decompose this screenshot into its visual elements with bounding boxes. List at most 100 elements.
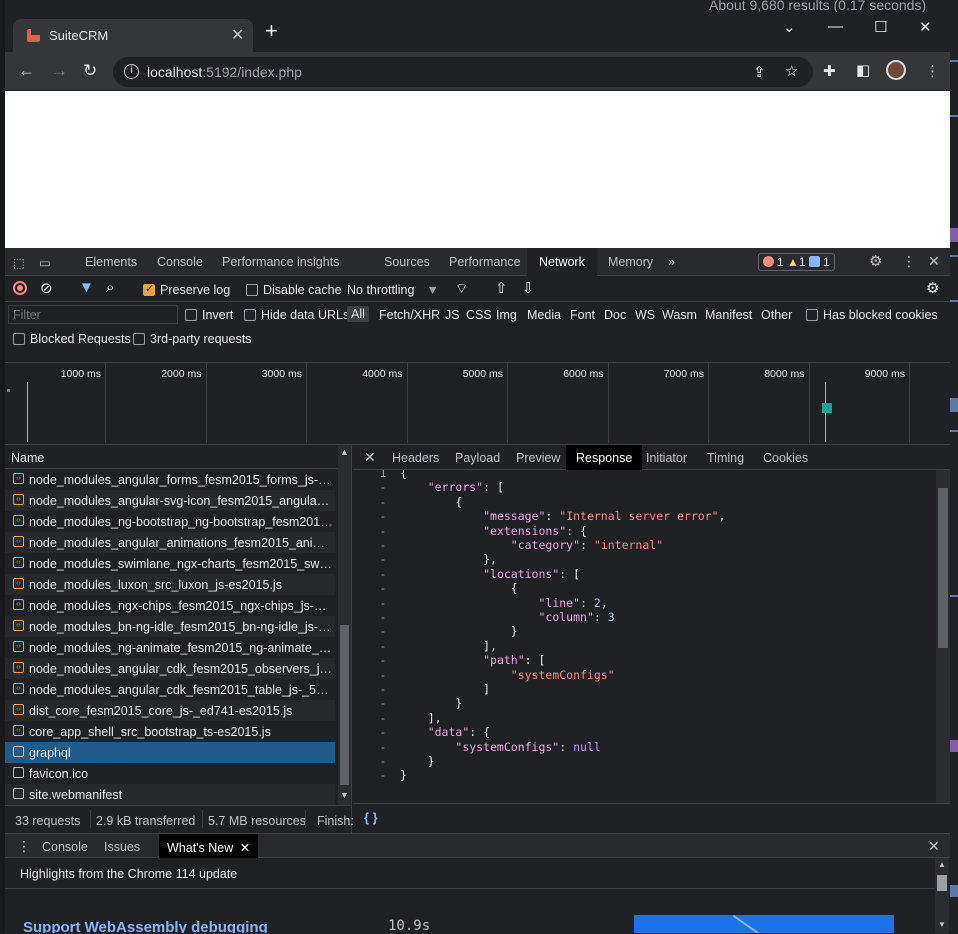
filter-type-css[interactable]: CSS <box>466 308 492 322</box>
filter-icon[interactable]: ▼ <box>79 279 94 296</box>
extensions-puzzle-icon[interactable]: ✚ <box>823 62 836 80</box>
disable-cache-checkbox[interactable]: Disable cache <box>246 283 342 297</box>
network-conditions-icon[interactable]: ⌔ <box>455 280 468 298</box>
tab-preview[interactable]: Preview <box>516 451 560 465</box>
tab-initiator[interactable]: Initiator <box>646 451 687 465</box>
drawer-tab-issues[interactable]: Issues <box>104 840 140 854</box>
name-column-header[interactable]: Name <box>5 445 338 469</box>
response-scrollbar[interactable] <box>936 470 950 803</box>
request-row[interactable]: ‹› node_modules_angular_forms_fesm2015_fo… <box>5 469 335 490</box>
url-text[interactable]: localhost:5192/index.php <box>147 64 302 80</box>
hide-data-urls-checkbox[interactable]: Hide data URLs <box>244 308 349 322</box>
filter-type-js[interactable]: JS <box>445 308 460 322</box>
import-har-icon[interactable]: ⇧ <box>495 279 508 297</box>
request-row[interactable]: ‹› node_modules_angular-svg-icon_fesm2015… <box>5 490 335 511</box>
tab-close-icon[interactable]: ✕ <box>231 25 244 45</box>
back-icon[interactable]: ← <box>18 61 35 81</box>
close-drawer-icon[interactable]: ✕ <box>928 838 940 855</box>
request-row[interactable]: ‹› node_modules_angular_cdk_fesm2015_obse… <box>5 658 335 679</box>
request-row[interactable]: favicon.ico <box>5 763 335 784</box>
new-tab-icon[interactable]: + <box>265 20 278 42</box>
request-row[interactable]: ‹› node_modules_bn-ng-idle_fesm2015_bn-ng… <box>5 616 335 637</box>
export-har-icon[interactable]: ⇩ <box>522 279 535 297</box>
more-tabs-icon[interactable]: » <box>668 255 675 269</box>
tab-performance[interactable]: Performance <box>449 255 521 269</box>
feature-title-link[interactable]: Support WebAssembly debugging <box>23 919 268 933</box>
filter-type-wasm[interactable]: Wasm <box>662 308 697 322</box>
tab-console[interactable]: Console <box>157 255 203 269</box>
bookmark-star-icon[interactable]: ☆ <box>785 62 798 80</box>
filter-type-manifest[interactable]: Manifest <box>705 308 752 322</box>
request-row[interactable]: ‹› node_modules_swimlane_ngx-charts_fesm2… <box>5 553 335 574</box>
filter-type-img[interactable]: Img <box>496 308 517 322</box>
request-row[interactable]: site.webmanifest <box>5 784 335 805</box>
side-panel-icon[interactable]: ◧ <box>856 61 870 79</box>
preserve-log-checkbox[interactable]: Preserve log <box>143 282 230 297</box>
close-devtools-icon[interactable]: ✕ <box>928 253 940 270</box>
clear-icon[interactable]: ⊘ <box>40 279 53 297</box>
drawer-tab-console[interactable]: Console <box>42 840 88 854</box>
request-row[interactable]: ‹› node_modules_ng-animate_fesm2015_ng-an… <box>5 637 335 658</box>
tab-memory[interactable]: Memory <box>608 255 653 269</box>
tab-sources[interactable]: Sources <box>384 255 430 269</box>
drawer-scrollbar[interactable]: ▲ ▼ <box>935 858 949 933</box>
reload-icon[interactable]: ↻ <box>83 61 97 81</box>
browser-menu-icon[interactable]: ⋮ <box>925 62 940 80</box>
drawer-menu-icon[interactable]: ⋮ <box>17 838 31 855</box>
maximize-icon[interactable]: ☐ <box>874 18 887 36</box>
request-row[interactable]: ‹› node_modules_ngx-chips_fesm2015_ngx-ch… <box>5 595 335 616</box>
tab-cookies[interactable]: Cookies <box>763 451 808 465</box>
search-icon[interactable]: ⌕ <box>106 279 114 296</box>
tab-search-icon[interactable]: ⌄ <box>783 18 796 36</box>
site-info-icon[interactable]: i <box>124 64 139 79</box>
filter-type-all[interactable]: All <box>347 306 369 322</box>
devtools-settings-icon[interactable]: ⚙ <box>869 252 882 270</box>
filter-type-doc[interactable]: Doc <box>604 308 626 322</box>
filter-type-media[interactable]: Media <box>527 308 561 322</box>
tab-payload[interactable]: Payload <box>455 451 500 465</box>
browser-tab[interactable]: SuiteCRM ✕ <box>13 19 253 52</box>
filter-input[interactable] <box>8 305 178 324</box>
forward-icon[interactable]: → <box>51 61 68 81</box>
address-bar[interactable]: i localhost:5192/index.php ⇪ ☆ <box>113 57 813 87</box>
close-details-icon[interactable]: ✕ <box>364 449 376 466</box>
filter-type-other[interactable]: Other <box>761 308 792 322</box>
share-icon[interactable]: ⇪ <box>753 63 766 81</box>
request-name: node_modules_luxon_src_luxon_js-es2015.j… <box>29 578 282 592</box>
pretty-print-button[interactable]: { } <box>364 810 378 825</box>
filter-type-font[interactable]: Font <box>570 308 595 322</box>
device-toolbar-icon[interactable]: ▭ <box>39 255 51 270</box>
third-party-requests-checkbox[interactable]: 3rd-party requests <box>133 332 251 346</box>
request-row[interactable]: ‹› node_modules_angular_cdk_fesm2015_tabl… <box>5 679 335 700</box>
throttling-select[interactable]: No throttling ▼ <box>347 283 439 297</box>
request-row[interactable]: ‹› core_app_shell_src_bootstrap_ts-es2015… <box>5 721 335 742</box>
tab-response[interactable]: Response <box>566 445 643 470</box>
has-blocked-cookies-checkbox[interactable]: Has blocked cookies <box>806 308 938 322</box>
tab-performance-insights[interactable]: Performance insights <box>222 255 339 269</box>
profile-avatar[interactable] <box>886 60 906 80</box>
request-list-scrollbar[interactable]: ▲ ▼ <box>338 445 351 805</box>
request-row[interactable]: ‹› node_modules_angular_animations_fesm20… <box>5 532 335 553</box>
blocked-requests-checkbox[interactable]: Blocked Requests <box>13 332 131 346</box>
devtools-menu-icon[interactable]: ⋮ <box>902 253 916 270</box>
filter-type-fetch-xhr[interactable]: Fetch/XHR <box>379 308 440 322</box>
minimize-icon[interactable]: — <box>828 18 843 35</box>
tab-timing[interactable]: Timing <box>707 451 744 465</box>
request-row[interactable]: ‹› node_modules_ng-bootstrap_ng-bootstrap… <box>5 511 335 532</box>
request-row[interactable]: graphql <box>5 742 335 763</box>
invert-checkbox[interactable]: Invert <box>185 308 233 322</box>
tab-headers[interactable]: Headers <box>392 451 439 465</box>
response-body[interactable]: 1{- "errors": [- {- "message": "Internal… <box>353 470 936 803</box>
tab-elements[interactable]: Elements <box>85 255 137 269</box>
tab-network[interactable]: Network <box>527 248 597 276</box>
record-icon[interactable] <box>13 281 27 295</box>
inspect-element-icon[interactable]: ⬚ <box>13 255 25 270</box>
code-line: - "data": { <box>353 725 936 739</box>
request-row[interactable]: ‹› node_modules_luxon_src_luxon_js-es2015… <box>5 574 335 595</box>
filter-type-ws[interactable]: WS <box>635 308 655 322</box>
close-window-icon[interactable]: ✕ <box>919 18 932 36</box>
network-settings-icon[interactable]: ⚙ <box>926 279 939 297</box>
issues-counter[interactable]: 1 ▲1 1 <box>758 253 835 271</box>
request-row[interactable]: ‹› dist_core_fesm2015_core_js-_ed741-es20… <box>5 700 335 721</box>
drawer-tab-whats-new[interactable]: What's New ✕ <box>159 834 259 858</box>
